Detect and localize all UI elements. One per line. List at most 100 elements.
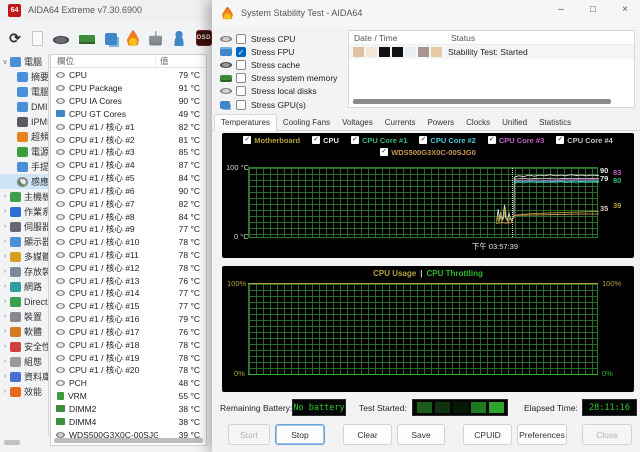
tree-section-network[interactable]: ›網路	[0, 279, 48, 294]
sensor-row[interactable]: DIMM438 °C	[51, 415, 206, 428]
sensor-column-value[interactable]: 值	[156, 55, 169, 67]
sensor-row[interactable]: VRM55 °C	[51, 390, 206, 403]
legend-checkbox[interactable]: ✓	[312, 136, 320, 144]
chevron-right-icon[interactable]: ›	[0, 193, 10, 200]
report-icon[interactable]	[32, 31, 43, 46]
tree-section-display[interactable]: ›顯示器	[0, 234, 48, 249]
sensor-row[interactable]: CPU #1 / 核心 #1178 °C	[51, 249, 206, 262]
stress-option-disk[interactable]: Stress local disks	[220, 85, 350, 98]
tree-section-directx[interactable]: ›DirectX	[0, 294, 48, 309]
tree-section-benchmark[interactable]: ›效能	[0, 384, 48, 399]
osd-icon[interactable]: OSD	[196, 30, 213, 46]
tab-powers[interactable]: Powers	[421, 115, 460, 130]
legend-item[interactable]: ✓CPU Core #2	[419, 136, 475, 145]
sensor-row[interactable]: CPU79 °C	[51, 69, 206, 82]
stress-checkbox[interactable]	[236, 60, 246, 70]
chevron-right-icon[interactable]: ›	[0, 388, 10, 395]
sensor-row[interactable]: PCH48 °C	[51, 377, 206, 390]
tree-item-dmi[interactable]: DMI	[0, 99, 48, 114]
cpuid-button[interactable]: CPUID	[463, 424, 512, 445]
sensor-column-field[interactable]: 欄位	[51, 55, 156, 67]
legend-item[interactable]: ✓CPU Core #4	[556, 136, 612, 145]
close-window-button[interactable]: ×	[618, 4, 632, 15]
gpu-benchmark-icon[interactable]	[105, 33, 117, 45]
legend-checkbox[interactable]: ✓	[380, 148, 388, 156]
tab-temperatures[interactable]: Temperatures	[214, 114, 277, 131]
chevron-right-icon[interactable]: ›	[0, 208, 10, 215]
chevron-right-icon[interactable]: ›	[0, 343, 10, 350]
stress-checkbox[interactable]	[236, 100, 246, 110]
tab-statistics[interactable]: Statistics	[533, 115, 577, 130]
stress-option-memory[interactable]: Stress system memory	[220, 72, 350, 85]
legend-checkbox[interactable]: ✓	[556, 136, 564, 144]
user-icon[interactable]	[172, 30, 185, 46]
stress-checkbox[interactable]	[236, 86, 246, 96]
tree-item-portable[interactable]: 手提電腦	[0, 159, 48, 174]
tree-item-computer[interactable]: 電腦	[0, 84, 48, 99]
tree-section-motherboard[interactable]: ›主機板	[0, 189, 48, 204]
sensor-row[interactable]: CPU #1 / 核心 #1278 °C	[51, 261, 206, 274]
tab-currents[interactable]: Currents	[379, 115, 422, 130]
sensor-row[interactable]: CPU #1 / 核心 #884 °C	[51, 210, 206, 223]
sensor-row[interactable]: CPU #1 / 核心 #1078 °C	[51, 236, 206, 249]
tree-section-storage[interactable]: ›存放裝置	[0, 264, 48, 279]
sensor-row[interactable]: CPU #1 / 核心 #1477 °C	[51, 287, 206, 300]
legend-item[interactable]: ✓CPU	[312, 136, 339, 145]
chevron-right-icon[interactable]: ›	[0, 358, 10, 365]
sensor-horizontal-scrollbar[interactable]	[54, 438, 203, 443]
sensor-row[interactable]: DIMM238 °C	[51, 403, 206, 416]
log-horizontal-scrollbar[interactable]	[353, 99, 611, 104]
sensor-row[interactable]: CPU #1 / 核心 #1978 °C	[51, 351, 206, 364]
tree-section-database[interactable]: ›資料庫	[0, 369, 48, 384]
tab-cooling-fans[interactable]: Cooling Fans	[277, 115, 336, 130]
legend-item[interactable]: ✓CPU Core #1	[351, 136, 407, 145]
chevron-right-icon[interactable]: ›	[0, 313, 10, 320]
sensor-row[interactable]: CPU #1 / 核心 #1376 °C	[51, 274, 206, 287]
tree-section-server[interactable]: ›伺服器	[0, 219, 48, 234]
chevron-right-icon[interactable]: ›	[0, 298, 10, 305]
stress-option-fpu[interactable]: ✓Stress FPU	[220, 45, 350, 58]
maximize-button[interactable]: □	[586, 4, 600, 15]
chevron-right-icon[interactable]: ›	[0, 238, 10, 245]
stress-option-cache[interactable]: Stress cache	[220, 58, 350, 71]
start-button[interactable]: Start	[228, 424, 270, 445]
sensor-row[interactable]: CPU #1 / 核心 #281 °C	[51, 133, 206, 146]
clear-button[interactable]: Clear	[343, 424, 392, 445]
stress-option-gpu[interactable]: Stress GPU(s)	[220, 98, 350, 111]
tab-clocks[interactable]: Clocks	[460, 115, 496, 130]
legend-checkbox[interactable]: ✓	[488, 136, 496, 144]
sensor-row[interactable]: CPU Package91 °C	[51, 82, 206, 95]
tab-unified[interactable]: Unified	[496, 115, 533, 130]
legend-item[interactable]: ✓WDS500G3X0C-00SJG0	[380, 148, 476, 157]
sensor-row[interactable]: CPU #1 / 核心 #782 °C	[51, 197, 206, 210]
stress-checkbox[interactable]: ✓	[236, 47, 246, 57]
log-column-status[interactable]: Status	[448, 33, 475, 43]
close-button[interactable]: Close	[582, 424, 632, 445]
sensor-row[interactable]: CPU #1 / 核心 #182 °C	[51, 120, 206, 133]
stress-option-cpu[interactable]: Stress CPU	[220, 32, 350, 45]
chevron-right-icon[interactable]: ›	[0, 268, 10, 275]
chevron-right-icon[interactable]: ›	[0, 223, 10, 230]
chevron-down-icon[interactable]: ∨	[0, 58, 10, 66]
stress-checkbox[interactable]	[236, 34, 246, 44]
tree-horizontal-scrollbar[interactable]	[4, 440, 20, 445]
tree-item-power[interactable]: 電源管理	[0, 144, 48, 159]
tree-item-overclock[interactable]: 超頻	[0, 129, 48, 144]
sensor-row[interactable]: CPU #1 / 核心 #385 °C	[51, 146, 206, 159]
tree-section-devices[interactable]: ›裝置	[0, 309, 48, 324]
sensor-row[interactable]: CPU GT Cores49 °C	[51, 107, 206, 120]
tab-voltages[interactable]: Voltages	[336, 115, 379, 130]
tree-item-sensor[interactable]: 感應器	[0, 174, 48, 189]
sensor-row[interactable]: CPU #1 / 核心 #977 °C	[51, 223, 206, 236]
chevron-right-icon[interactable]: ›	[0, 328, 10, 335]
sensor-row[interactable]: CPU IA Cores90 °C	[51, 95, 206, 108]
minimize-button[interactable]: –	[554, 4, 568, 15]
sensor-row[interactable]: CPU #1 / 核心 #584 °C	[51, 172, 206, 185]
stress-checkbox[interactable]	[236, 73, 246, 83]
sensor-row[interactable]: CPU #1 / 核心 #1679 °C	[51, 313, 206, 326]
sensor-row[interactable]: CPU #1 / 核心 #1878 °C	[51, 338, 206, 351]
sensor-row[interactable]: CPU #1 / 核心 #1776 °C	[51, 326, 206, 339]
sensor-row[interactable]: CPU #1 / 核心 #487 °C	[51, 159, 206, 172]
sensor-row[interactable]: CPU #1 / 核心 #1577 °C	[51, 300, 206, 313]
tree-section-multimedia[interactable]: ›多媒體	[0, 249, 48, 264]
